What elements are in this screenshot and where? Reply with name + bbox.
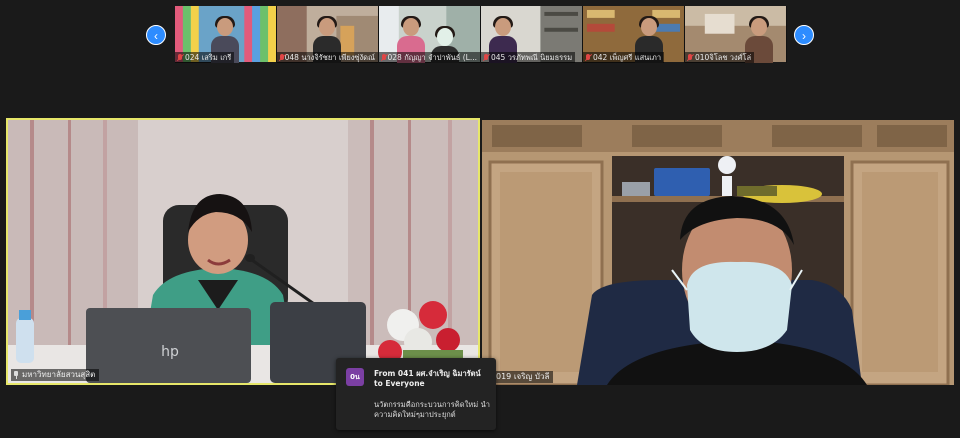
mic-muted-icon <box>483 53 489 62</box>
participant-name: 042 เพ็ญศรี แสนเภา <box>593 53 662 62</box>
gallery-next-button[interactable]: › <box>794 25 814 45</box>
participant-video[interactable]: 019 เจริญ บัวลี <box>482 120 954 385</box>
participant-thumbnail[interactable]: 042 เพ็ญศรี แสนเภา <box>583 6 685 63</box>
participant-thumbnail[interactable]: 045 วรภัทพณี นิยมธรรม <box>481 6 583 63</box>
video-feed <box>482 120 954 385</box>
sender-avatar: 0น <box>346 368 364 386</box>
zoom-meeting-window: ‹ 024 เสริม เกรี 048 นางจิรัชยา เพียงซุ่… <box>0 0 960 438</box>
participant-name: 048 นางจิรัชยา เพียงซุ่งัดณ์ <box>284 53 375 62</box>
chat-sender: From 041 ผศ.จำเริญ ฉิมารัตน์ <box>374 369 481 378</box>
chat-recipient: to Everyone <box>374 379 425 388</box>
chat-notification[interactable]: 0น From 041 ผศ.จำเริญ ฉิมารัตน์ to Every… <box>336 358 496 430</box>
active-speaker-video[interactable]: hp มหาวิทยาลัยสวนสุสิต <box>6 118 480 385</box>
participant-name: มหาวิทยาลัยสวนสุสิต <box>22 370 96 379</box>
participant-name: 019 เจริญ บัวลี <box>496 372 550 381</box>
gallery-prev-button[interactable]: ‹ <box>146 25 166 45</box>
participant-name: 045 วรภัทพณี นิยมธรรม <box>491 53 573 62</box>
mic-muted-icon <box>381 53 386 62</box>
mic-muted-icon <box>585 53 591 62</box>
participant-thumbnail[interactable]: 028 กัญญา จำปาพันธ์ (L... <box>379 6 481 63</box>
gallery-strip: 024 เสริม เกรี 048 นางจิรัชยา เพียงซุ่งั… <box>175 6 787 63</box>
mic-muted-icon <box>177 53 183 62</box>
svg-text:hp: hp <box>161 344 179 360</box>
mic-muted-icon <box>687 53 693 62</box>
participant-thumbnail[interactable]: 024 เสริม เกรี <box>175 6 277 63</box>
participant-thumbnail[interactable]: 010จิโลช วงศ์โล่ <box>685 6 787 63</box>
pin-icon <box>13 371 19 379</box>
participant-thumbnail[interactable]: 048 นางจิรัชยา เพียงซุ่งัดณ์ <box>277 6 379 63</box>
mic-muted-icon <box>279 53 284 62</box>
participant-name: 028 กัญญา จำปาพันธ์ (L... <box>387 53 477 62</box>
video-feed: hp <box>8 120 478 383</box>
participant-name: 010จิโลช วงศ์โล่ <box>695 53 752 62</box>
chat-message: นวัตกรรมคือกระบวนการคิดใหม่ นำความคิดใหม… <box>374 400 490 419</box>
participant-name: 024 เสริม เกรี <box>185 53 232 62</box>
